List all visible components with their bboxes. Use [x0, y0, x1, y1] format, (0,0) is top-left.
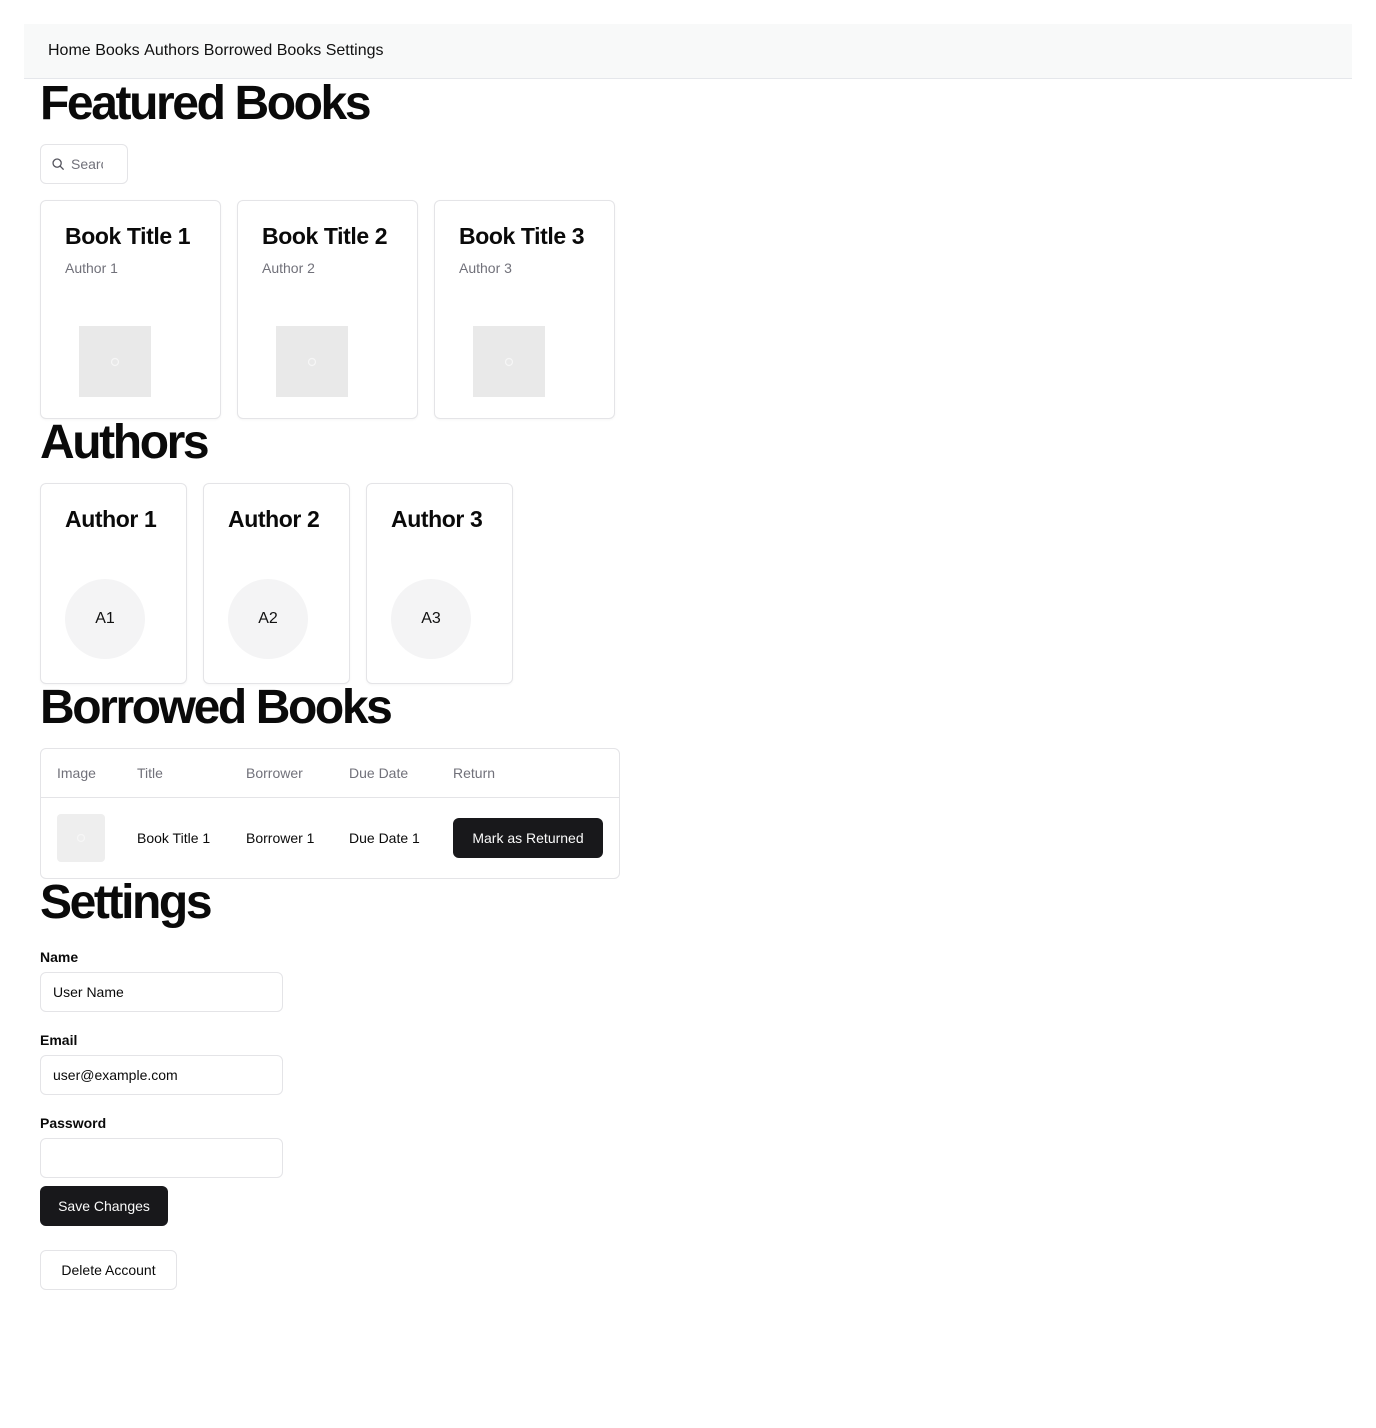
main-content: Featured Books Book Title 1 Author 1 Boo…	[40, 80, 1336, 1290]
nav-link-home[interactable]: Home	[48, 42, 91, 60]
email-field[interactable]	[40, 1055, 283, 1095]
image-placeholder-icon	[504, 357, 514, 366]
book-title: Book Title 1	[65, 223, 191, 249]
column-header-return: Return	[437, 749, 619, 798]
search-input[interactable]	[71, 156, 103, 172]
book-author: Author 3	[459, 260, 512, 276]
nav-link-settings[interactable]: Settings	[326, 42, 384, 60]
image-cell	[41, 798, 121, 879]
table-row: Book Title 1 Borrower 1 Due Date 1 Mark …	[41, 798, 619, 879]
avatar: A3	[391, 579, 471, 659]
borrowed-books-table: Image Title Borrower Due Date Return Boo…	[40, 748, 620, 879]
settings-heading: Settings	[40, 876, 213, 929]
book-cover-image	[276, 326, 348, 397]
authors-heading: Authors	[40, 416, 210, 469]
book-cover-image	[79, 326, 151, 397]
password-label: Password	[40, 1115, 107, 1131]
top-nav: Home Books Authors Borrowed Books Settin…	[24, 24, 1352, 79]
book-card[interactable]: Book Title 1 Author 1	[40, 200, 221, 419]
title-cell: Book Title 1	[137, 830, 211, 846]
image-placeholder-icon	[110, 357, 120, 366]
book-author: Author 1	[65, 260, 118, 276]
avatar: A2	[228, 579, 308, 659]
table-header-row: Image Title Borrower Due Date Return	[41, 749, 619, 798]
author-card[interactable]: Author 3 A3	[366, 483, 513, 684]
save-changes-button[interactable]: Save Changes	[40, 1186, 168, 1226]
author-card[interactable]: Author 1 A1	[40, 483, 187, 684]
column-header-title: Title	[121, 749, 230, 798]
book-card[interactable]: Book Title 2 Author 2	[237, 200, 418, 419]
image-placeholder-icon	[76, 833, 86, 843]
book-title: Book Title 2	[262, 223, 388, 249]
author-card[interactable]: Author 2 A2	[203, 483, 350, 684]
email-label: Email	[40, 1032, 78, 1048]
column-header-image: Image	[41, 749, 121, 798]
book-grid: Book Title 1 Author 1 Book Title 2 Autho…	[40, 200, 1336, 419]
delete-account-button[interactable]: Delete Account	[40, 1250, 177, 1290]
mark-as-returned-button[interactable]: Mark as Returned	[453, 818, 603, 858]
search-icon	[52, 158, 64, 170]
book-author: Author 2	[262, 260, 315, 276]
image-placeholder-icon	[307, 357, 317, 366]
name-label: Name	[40, 949, 79, 965]
book-card[interactable]: Book Title 3 Author 3	[434, 200, 615, 419]
name-field[interactable]	[40, 972, 283, 1012]
author-name: Author 2	[228, 506, 320, 532]
book-title: Book Title 3	[459, 223, 585, 249]
nav-link-authors[interactable]: Authors	[144, 42, 199, 60]
return-cell: Mark as Returned	[437, 798, 619, 879]
borrower-cell: Borrower 1	[246, 830, 315, 846]
nav-link-borrowed-books[interactable]: Borrowed Books	[204, 42, 321, 60]
featured-books-heading: Featured Books	[40, 77, 372, 130]
nav-link-books[interactable]: Books	[95, 42, 139, 60]
borrowed-books-heading: Borrowed Books	[40, 681, 393, 734]
book-cover-image	[473, 326, 545, 397]
avatar: A1	[65, 579, 145, 659]
author-grid: Author 1 A1 Author 2 A2 Author 3 A3	[40, 483, 1336, 684]
due-date-cell: Due Date 1	[349, 830, 420, 846]
search-box[interactable]	[40, 144, 128, 184]
author-name: Author 1	[65, 506, 157, 532]
settings-form: Name Email Password Save Changes Delete …	[40, 949, 1336, 1290]
book-thumbnail	[57, 814, 105, 862]
column-header-due-date: Due Date	[333, 749, 437, 798]
password-field[interactable]	[40, 1138, 283, 1178]
column-header-borrower: Borrower	[230, 749, 333, 798]
author-name: Author 3	[391, 506, 483, 532]
